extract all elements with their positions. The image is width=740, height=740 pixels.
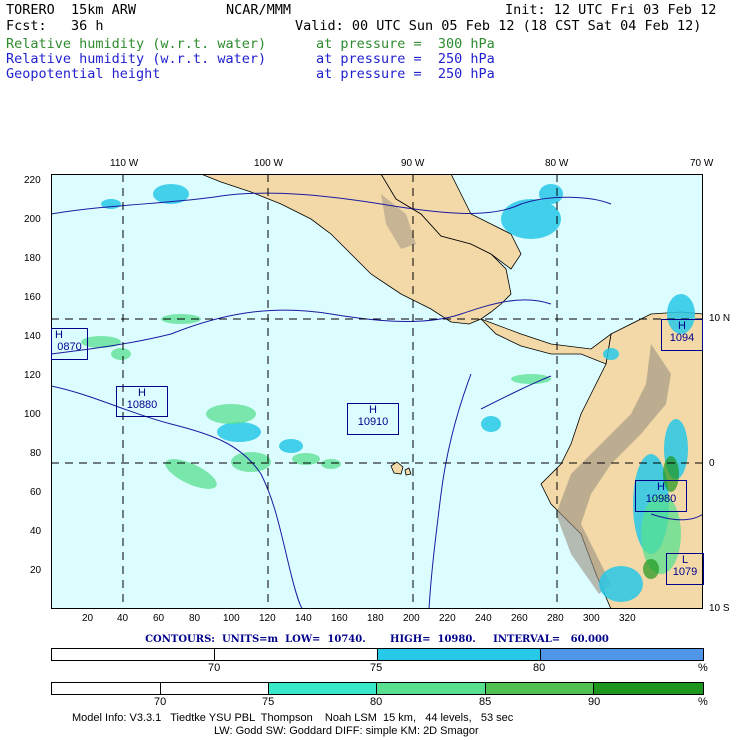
colorbar-label: 85	[479, 696, 492, 708]
colorbar-label: 75	[370, 662, 383, 674]
y-tick: 200	[24, 214, 41, 225]
model-name: TORERO 15km ARW	[6, 2, 137, 18]
forecast-hour: Fcst: 36 h	[6, 18, 104, 34]
x-tick: 80	[189, 613, 201, 624]
lat-label-10s: 10 S	[709, 603, 730, 614]
y-tick: 180	[24, 253, 41, 264]
lon-label-70w: 70 W	[690, 158, 714, 169]
high-pressure-marker: H 10880	[116, 386, 168, 417]
high-pressure-marker: H 0870	[51, 328, 88, 360]
colorbar-label: 75	[262, 696, 275, 708]
y-tick: 40	[30, 526, 42, 537]
lon-label-90w: 90 W	[401, 158, 425, 169]
colorbar-label: 70	[208, 662, 221, 674]
high-pressure-marker: H 10980	[635, 480, 687, 512]
contour-info: CONTOURS: UNITS=m LOW= 10740. HIGH= 1098…	[145, 634, 609, 645]
lat-label-0: 0	[709, 458, 715, 469]
colorbar-label: 90	[588, 696, 601, 708]
field-1-name: Relative humidity (w.r.t. water)	[6, 36, 267, 52]
y-tick: 220	[24, 175, 41, 186]
rh-250-colorbar	[51, 648, 704, 661]
colorbar-label: 70	[154, 696, 167, 708]
x-tick: 200	[403, 613, 420, 624]
x-tick: 300	[583, 613, 600, 624]
colorbar-unit: %	[698, 662, 708, 674]
x-tick: 180	[367, 613, 384, 624]
x-tick: 140	[295, 613, 312, 624]
model-info-line1: Model Info: V3.3.1 Tiedtke YSU PBL Thomp…	[72, 712, 514, 724]
y-tick: 60	[30, 487, 42, 498]
y-tick: 160	[24, 292, 41, 303]
field-3-level: at pressure = 250 hPa	[316, 66, 495, 82]
lon-label-110w: 110 W	[110, 158, 139, 169]
y-tick: 80	[30, 448, 42, 459]
field-3-name: Geopotential height	[6, 66, 161, 82]
field-1-level: at pressure = 300 hPa	[316, 36, 495, 52]
low-pressure-marker: L 1079	[666, 553, 704, 585]
institution: NCAR/MMM	[226, 2, 292, 18]
colorbar-label: 80	[370, 696, 383, 708]
x-tick: 60	[153, 613, 165, 624]
x-tick: 40	[117, 613, 129, 624]
y-tick: 140	[24, 331, 41, 342]
x-tick: 280	[547, 613, 564, 624]
y-tick: 20	[30, 565, 42, 576]
x-tick: 260	[511, 613, 528, 624]
x-tick: 240	[475, 613, 492, 624]
colorbar-label: 80	[533, 662, 546, 674]
high-pressure-marker: H 1094	[661, 319, 703, 351]
lat-label-10n: 10 N	[709, 313, 731, 324]
x-tick: 20	[82, 613, 94, 624]
x-tick: 100	[223, 613, 240, 624]
y-tick: 100	[24, 409, 41, 420]
valid-time: Valid: 00 UTC Sun 05 Feb 12 (18 CST Sat …	[295, 18, 702, 34]
x-tick: 220	[439, 613, 456, 624]
x-tick: 120	[259, 613, 276, 624]
lon-label-100w: 100 W	[254, 158, 283, 169]
x-tick: 320	[619, 613, 636, 624]
colorbar-unit: %	[698, 696, 708, 708]
y-tick: 120	[24, 370, 41, 381]
lon-label-80w: 80 W	[545, 158, 569, 169]
init-time: Init: 12 UTC Fri 03 Feb 12	[505, 2, 717, 18]
model-info-line2: LW: Godd SW: Goddard DIFF: simple KM: 2D…	[214, 725, 479, 737]
x-tick: 160	[331, 613, 348, 624]
rh-300-colorbar	[51, 682, 704, 695]
field-2-name: Relative humidity (w.r.t. water)	[6, 51, 267, 67]
high-pressure-marker: H 10910	[347, 403, 399, 435]
field-2-level: at pressure = 250 hPa	[316, 51, 495, 67]
